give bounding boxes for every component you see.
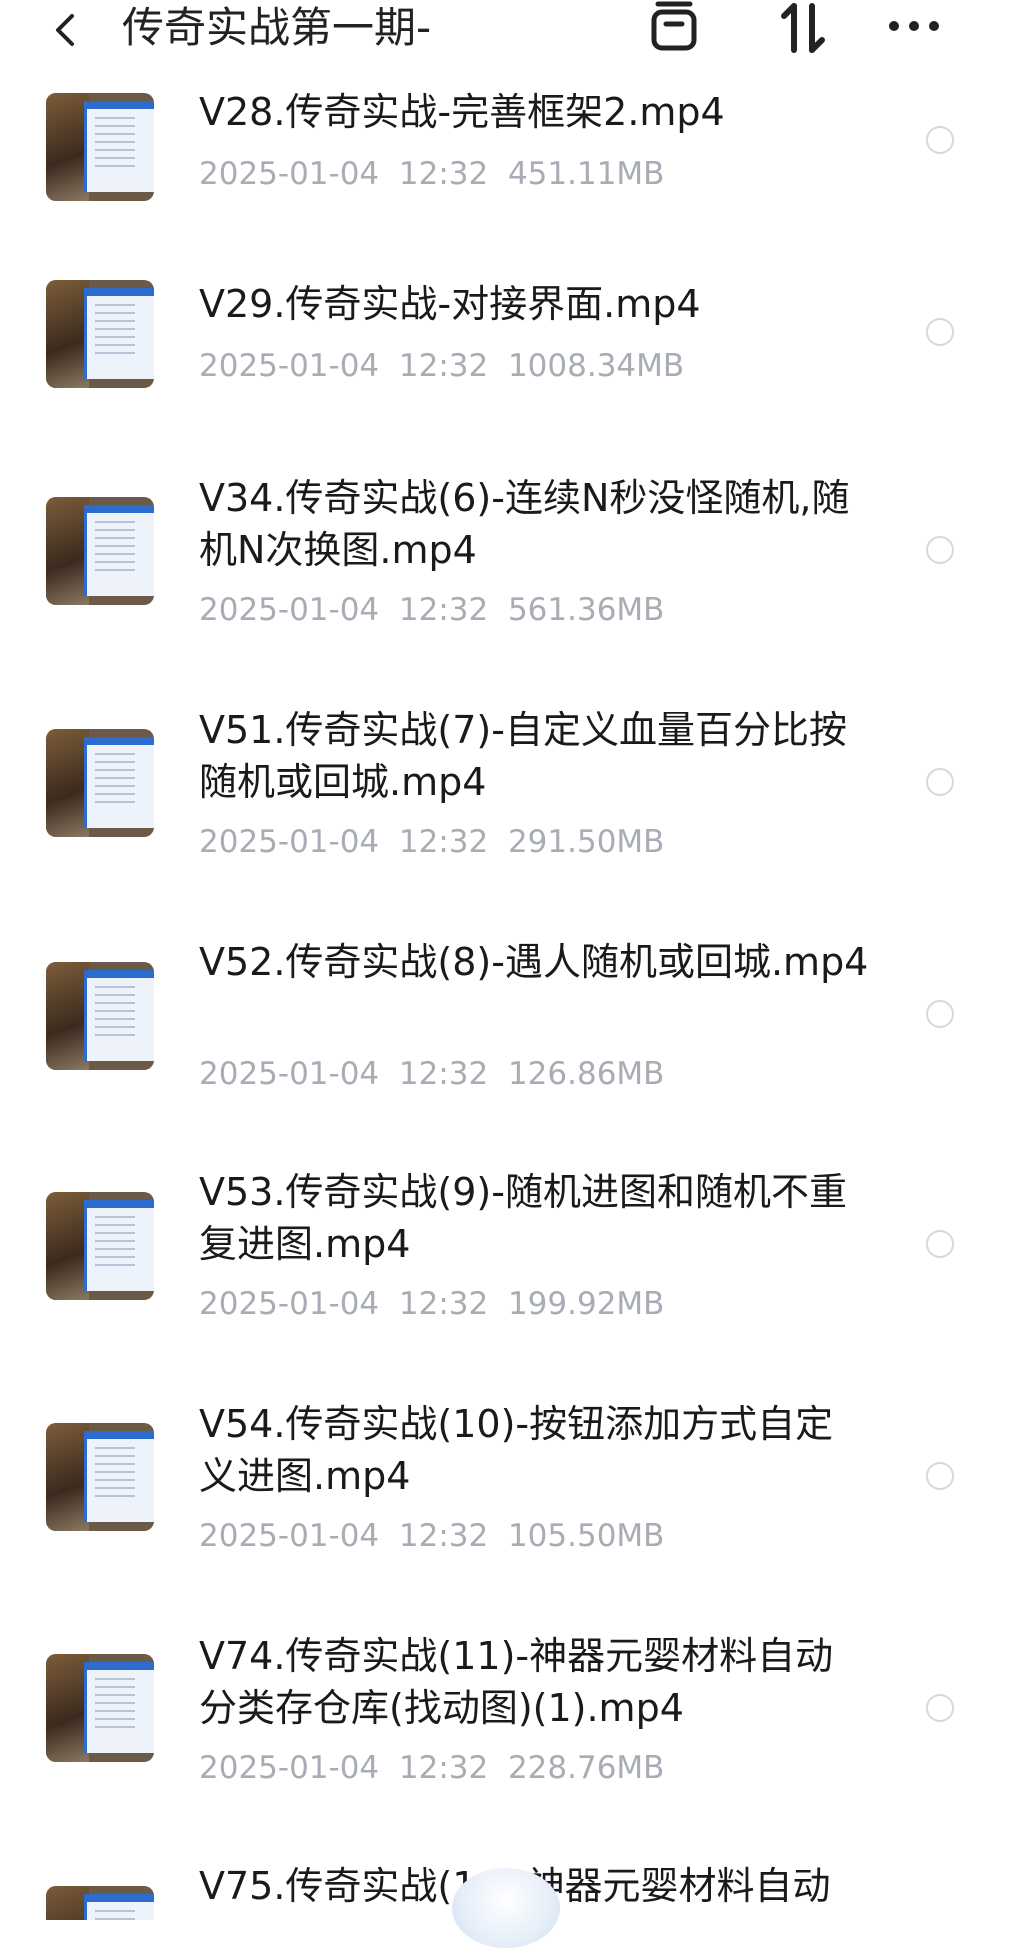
video-thumbnail (46, 1423, 154, 1531)
file-meta: 2025-01-04 12:32 105.50MB (199, 1516, 664, 1556)
select-radio[interactable] (926, 1694, 954, 1722)
select-radio[interactable] (926, 1462, 954, 1490)
video-thumbnail (46, 962, 154, 1070)
file-name: V28.传奇实战-完善框架2.mp4 (199, 90, 725, 134)
video-thumbnail (46, 1654, 154, 1762)
file-time: 12:32 (398, 156, 489, 192)
file-meta: 2025-01-04 12:32 561.36MB (199, 590, 664, 630)
file-meta: 2025-01-04 12:32 451.11MB (199, 154, 664, 194)
file-size: 451.11MB (507, 156, 665, 192)
select-radio[interactable] (926, 126, 954, 154)
file-meta: 2025-01-04 12:32 199.92MB (199, 1284, 664, 1324)
file-meta: 2025-01-04 12:32 228.76MB (199, 1748, 664, 1788)
back-button[interactable] (44, 6, 88, 54)
file-date: 2025-01-04 (199, 1750, 380, 1786)
page-title: 传奇实战第一期- (122, 3, 432, 52)
file-meta: 2025-01-04 12:32 291.50MB (199, 822, 664, 862)
file-row[interactable]: V29.传奇实战-对接界面.mp4 2025-01-04 12:32 1008.… (0, 200, 1020, 420)
file-name: V29.传奇实战-对接界面.mp4 (199, 282, 701, 326)
file-size: 228.76MB (507, 1750, 665, 1786)
file-row[interactable]: V52.传奇实战(8)-遇人随机或回城.mp4 2025-01-04 12:32… (0, 902, 1020, 1134)
file-size: 105.50MB (507, 1518, 665, 1554)
archive-button[interactable] (646, 0, 702, 56)
file-name: V51.传奇实战(7)-自定义血量百分比按随机或回城.mp4 (199, 708, 847, 804)
file-date: 2025-01-04 (199, 1056, 380, 1092)
file-row[interactable]: V54.传奇实战(10)-按钮添加方式自定义进图.mp4 2025-01-04 … (0, 1366, 1020, 1598)
file-name: V52.传奇实战(8)-遇人随机或回城.mp4 (199, 940, 869, 984)
file-row[interactable]: V53.传奇实战(9)-随机进图和随机不重复进图.mp4 2025-01-04 … (0, 1134, 1020, 1366)
more-button[interactable] (886, 0, 942, 56)
file-time: 12:32 (398, 1518, 489, 1554)
chevron-left-icon (56, 14, 74, 46)
file-time: 12:32 (398, 824, 489, 860)
file-size: 126.86MB (507, 1056, 665, 1092)
sort-icon (781, 3, 825, 53)
select-radio[interactable] (926, 318, 954, 346)
file-row[interactable]: V74.传奇实战(11)-神器元婴材料自动分类存仓库(找动图)(1).mp4 2… (0, 1598, 1020, 1830)
file-time: 12:32 (398, 1286, 489, 1322)
video-thumbnail (46, 93, 154, 201)
top-bar: 传奇实战第一期- (0, 0, 1020, 64)
file-date: 2025-01-04 (199, 156, 380, 192)
file-meta: 2025-01-04 12:32 126.86MB (199, 1054, 664, 1094)
floating-assistant-avatar[interactable] (452, 1868, 560, 1948)
file-date: 2025-01-04 (199, 592, 380, 628)
file-row[interactable]: V51.传奇实战(7)-自定义血量百分比按随机或回城.mp4 2025-01-0… (0, 670, 1020, 902)
file-row[interactable]: V34.传奇实战(6)-连续N秒没怪随机,随机N次换图.mp4 2025-01-… (0, 440, 1020, 670)
select-radio[interactable] (926, 536, 954, 564)
file-name: V53.传奇实战(9)-随机进图和随机不重复进图.mp4 (199, 1170, 847, 1266)
file-time: 12:32 (398, 1056, 489, 1092)
file-time: 12:32 (398, 592, 489, 628)
file-date: 2025-01-04 (199, 348, 380, 384)
file-time: 12:32 (398, 348, 489, 384)
file-name: V74.传奇实战(11)-神器元婴材料自动分类存仓库(找动图)(1).mp4 (199, 1634, 834, 1730)
file-name: V54.传奇实战(10)-按钮添加方式自定义进图.mp4 (199, 1402, 834, 1498)
file-meta: 2025-01-04 12:32 1008.34MB (199, 346, 684, 386)
file-time: 12:32 (398, 1750, 489, 1786)
file-size: 561.36MB (507, 592, 665, 628)
file-size: 291.50MB (507, 824, 665, 860)
file-size: 199.92MB (507, 1286, 665, 1322)
select-radio[interactable] (926, 1230, 954, 1258)
file-size: 1008.34MB (507, 348, 685, 384)
video-thumbnail (46, 1886, 154, 1920)
archive-icon (651, 1, 697, 51)
video-thumbnail (46, 497, 154, 605)
file-name: V34.传奇实战(6)-连续N秒没怪随机,随机N次换图.mp4 (199, 476, 850, 572)
select-radio[interactable] (926, 1000, 954, 1028)
select-radio[interactable] (926, 768, 954, 796)
file-date: 2025-01-04 (199, 1518, 380, 1554)
file-date: 2025-01-04 (199, 824, 380, 860)
sort-button[interactable] (776, 0, 832, 56)
more-icon (889, 21, 939, 31)
video-thumbnail (46, 280, 154, 388)
video-thumbnail (46, 1192, 154, 1300)
file-date: 2025-01-04 (199, 1286, 380, 1322)
video-thumbnail (46, 729, 154, 837)
